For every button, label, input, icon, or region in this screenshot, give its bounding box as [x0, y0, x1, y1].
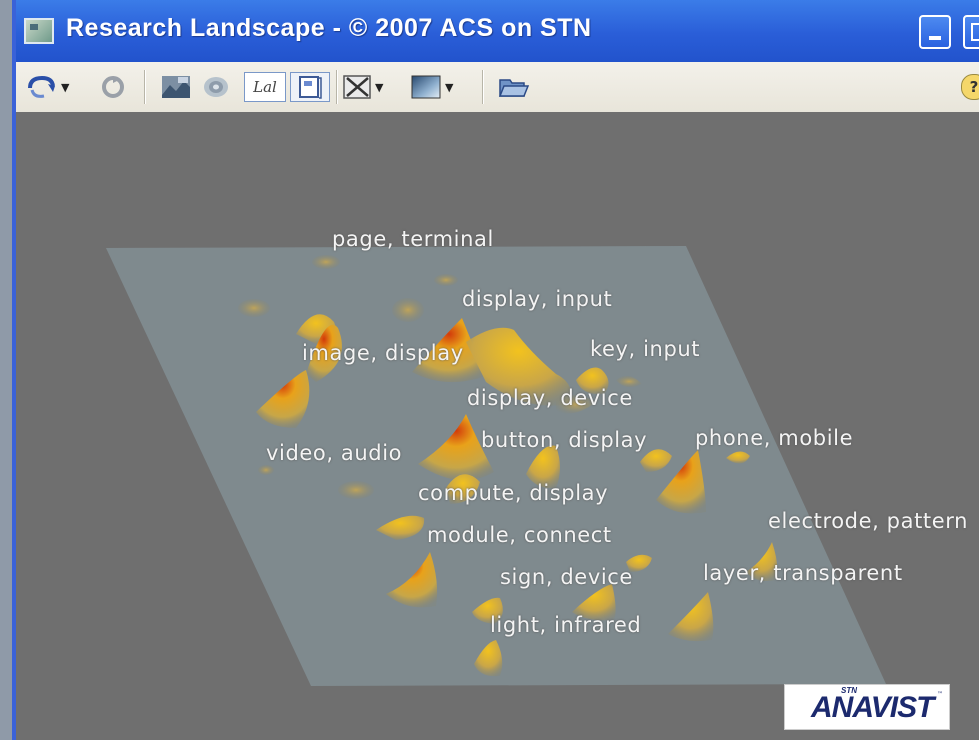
labels-icon: Lal — [253, 78, 277, 96]
landscape-label[interactable]: module, connect — [427, 523, 612, 547]
reset-view-icon — [100, 74, 126, 100]
help-button[interactable]: ? — [961, 74, 979, 100]
landscape-label[interactable]: key, input — [590, 337, 700, 361]
research-landscape-window: Research Landscape - © 2007 ACS on STN ▼… — [12, 0, 979, 740]
landscape-viewport[interactable]: page, terminal display, input image, dis… — [16, 112, 979, 740]
help-icon: ? — [969, 78, 979, 96]
landscape-label[interactable]: phone, mobile — [695, 426, 853, 450]
contour-view-button[interactable] — [202, 72, 230, 102]
maximize-button[interactable] — [963, 15, 979, 49]
label-list-button[interactable] — [290, 72, 330, 102]
landscape-label[interactable]: video, audio — [266, 441, 402, 465]
label-list-icon — [297, 74, 323, 100]
clear-selection-button[interactable]: ▼ — [342, 72, 383, 102]
open-folder-icon — [498, 74, 530, 100]
toolbar-separator — [144, 70, 146, 104]
app-icon — [24, 18, 54, 44]
landscape-label[interactable]: light, infrared — [490, 613, 641, 637]
landscape-label[interactable]: sign, device — [500, 565, 633, 589]
window-title: Research Landscape - © 2007 ACS on STN — [66, 14, 592, 42]
anavist-logo: STN ANAVIST ™ — [784, 684, 950, 730]
reset-view-button[interactable] — [100, 72, 126, 102]
labels-button[interactable]: Lal — [244, 72, 286, 102]
landscape-label[interactable]: image, display — [302, 341, 464, 365]
landscape-view-button[interactable] — [160, 72, 192, 102]
landscape-label[interactable]: page, terminal — [332, 227, 494, 251]
landscape-label[interactable]: layer, transparent — [703, 561, 903, 585]
rotate-icon — [26, 74, 58, 100]
contour-view-icon — [202, 73, 230, 101]
color-scheme-button[interactable]: ▼ — [410, 72, 453, 102]
toolbar-separator — [482, 70, 484, 104]
landscape-label[interactable]: display, input — [462, 287, 612, 311]
toolbar: ▼ Lal ▼ ▼ ? — [16, 62, 979, 113]
toolbar-separator — [336, 70, 338, 104]
chevron-down-icon: ▼ — [375, 80, 384, 94]
clear-selection-icon — [342, 73, 372, 101]
title-bar[interactable]: Research Landscape - © 2007 ACS on STN — [16, 0, 979, 62]
landscape-label[interactable]: display, device — [467, 386, 633, 410]
landscape-label[interactable]: electrode, pattern — [768, 509, 968, 533]
landscape-label[interactable]: button, display — [481, 428, 647, 452]
color-scheme-icon — [410, 73, 442, 101]
landscape-label[interactable]: compute, display — [418, 481, 608, 505]
landscape-view-icon — [160, 73, 192, 101]
open-folder-button[interactable] — [498, 72, 530, 102]
rotate-button[interactable]: ▼ — [26, 72, 69, 102]
chevron-down-icon: ▼ — [61, 80, 70, 94]
chevron-down-icon: ▼ — [445, 80, 454, 94]
minimize-button[interactable] — [919, 15, 951, 49]
